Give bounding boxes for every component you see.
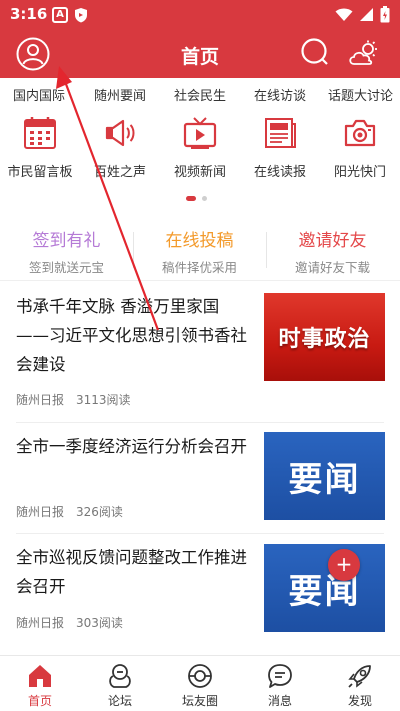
news-source: 随州日报 (16, 505, 65, 519)
grid-item-video-news[interactable]: 视频新闻 (160, 115, 240, 180)
thumbnail-text: 时事政治 (278, 327, 371, 352)
grid-label: 市民留言板 (7, 165, 73, 180)
nav-discover[interactable]: 发现 (320, 662, 400, 709)
feature-checkin[interactable]: 签到有礼 签到就送元宝 (0, 226, 133, 276)
nav-circle[interactable]: 坛友圈 (160, 662, 240, 709)
page-indicator (186, 196, 207, 201)
news-source: 随州日报 (16, 616, 65, 630)
grid-label: 视频新闻 (173, 165, 226, 180)
grid-label: 阳光快门 (333, 165, 386, 180)
news-reads: 303阅读 (76, 616, 123, 630)
channel-tab[interactable]: 社会民生 (174, 85, 226, 104)
page-title: 首页 (180, 46, 219, 68)
news-title: 全市一季度经济运行分析会召开 (16, 437, 247, 456)
news-thumbnail: 时事政治 (264, 293, 385, 381)
grid-item-public-voice[interactable]: 百姓之声 (80, 115, 160, 180)
page-dot (202, 196, 207, 201)
feature-invite[interactable]: 邀请好友 邀请好友下载 (266, 226, 399, 276)
section-divider (0, 280, 400, 281)
calendar-icon (0, 115, 80, 151)
tv-icon (160, 115, 240, 151)
list-divider (16, 422, 384, 423)
feature-title: 邀请好友 (298, 231, 367, 251)
channel-tab[interactable]: 国内国际 (13, 85, 65, 104)
news-reads: 326阅读 (76, 505, 123, 519)
nav-label: 发现 (347, 694, 372, 708)
battery-icon (380, 6, 390, 27)
nav-label: 坛友圈 (181, 694, 218, 708)
wifi-icon (335, 7, 353, 26)
rocket-icon (320, 662, 400, 690)
news-meta: 随州日报 303阅读 (16, 614, 123, 631)
app-header: 首页 (0, 30, 400, 78)
news-title: 书承千年文脉 香溢万里家国——习近平文化思想引领书香社会建设 (16, 297, 247, 374)
grid-item-message-board[interactable]: 市民留言板 (0, 115, 80, 180)
nav-label: 消息 (267, 694, 292, 708)
home-icon (0, 662, 80, 690)
floating-add-button[interactable]: + (328, 549, 360, 581)
status-bar: 3:16 A (0, 0, 400, 30)
news-thumbnail: 要闻 (264, 544, 385, 632)
nav-forum[interactable]: 论坛 (80, 662, 160, 709)
feature-title: 在线投稿 (165, 231, 234, 251)
channel-tab[interactable]: 在线访谈 (254, 85, 306, 104)
nav-label: 论坛 (107, 694, 132, 708)
feature-submit[interactable]: 在线投稿 稿件择优采用 (133, 226, 266, 276)
feature-subtitle: 稿件择优采用 (161, 260, 237, 275)
quick-access-grid: 市民留言板 百姓之声 视频新闻 在线读报 阳光快门 (0, 115, 400, 190)
grid-item-sunshine-shutter[interactable]: 阳光快门 (320, 115, 400, 180)
channel-tab[interactable]: 随州要闻 (94, 85, 146, 104)
forum-icon (80, 662, 160, 690)
weather-icon[interactable] (348, 40, 382, 74)
nav-messages[interactable]: 消息 (240, 662, 320, 709)
page-dot-active (186, 196, 196, 201)
newspaper-icon (240, 115, 320, 151)
grid-item-online-newspaper[interactable]: 在线读报 (240, 115, 320, 180)
news-title: 全市巡视反馈问题整改工作推进会召开 (16, 548, 247, 596)
search-icon[interactable] (300, 37, 334, 71)
camera-icon (320, 115, 400, 151)
thumbnail-text: 要闻 (288, 459, 361, 500)
signal-icon (359, 7, 374, 26)
status-time: 3:16 (10, 5, 48, 23)
news-thumbnail: 要闻 (264, 432, 385, 520)
channel-tabs: 国内国际 随州要闻 社会民生 在线访谈 话题大讨论 (0, 85, 400, 107)
news-meta: 随州日报 326阅读 (16, 503, 123, 520)
feature-subtitle: 签到就送元宝 (28, 260, 104, 275)
message-icon (240, 662, 320, 690)
news-reads: 3113阅读 (76, 393, 131, 407)
bottom-navigation: 首页 论坛 坛友圈 消息 发现 (0, 655, 400, 711)
channel-tab[interactable]: 话题大讨论 (328, 85, 393, 104)
shield-notification-icon (74, 7, 88, 27)
grid-label: 在线读报 (253, 165, 306, 180)
news-meta: 随州日报 3113阅读 (16, 391, 131, 408)
nav-home[interactable]: 首页 (0, 662, 80, 709)
list-divider (16, 533, 384, 534)
nav-label: 首页 (27, 694, 52, 708)
feature-title: 签到有礼 (32, 231, 101, 251)
news-item[interactable]: 书承千年文脉 香溢万里家国——习近平文化思想引领书香社会建设 随州日报 3113阅… (16, 292, 386, 417)
megaphone-icon (80, 115, 160, 151)
news-source: 随州日报 (16, 393, 65, 407)
circle-icon (160, 662, 240, 690)
news-item[interactable]: 全市一季度经济运行分析会召开 随州日报 326阅读 要闻 (16, 432, 386, 522)
grid-label: 百姓之声 (93, 165, 146, 180)
notification-a-icon: A (52, 7, 68, 23)
feature-subtitle: 邀请好友下载 (294, 260, 370, 275)
